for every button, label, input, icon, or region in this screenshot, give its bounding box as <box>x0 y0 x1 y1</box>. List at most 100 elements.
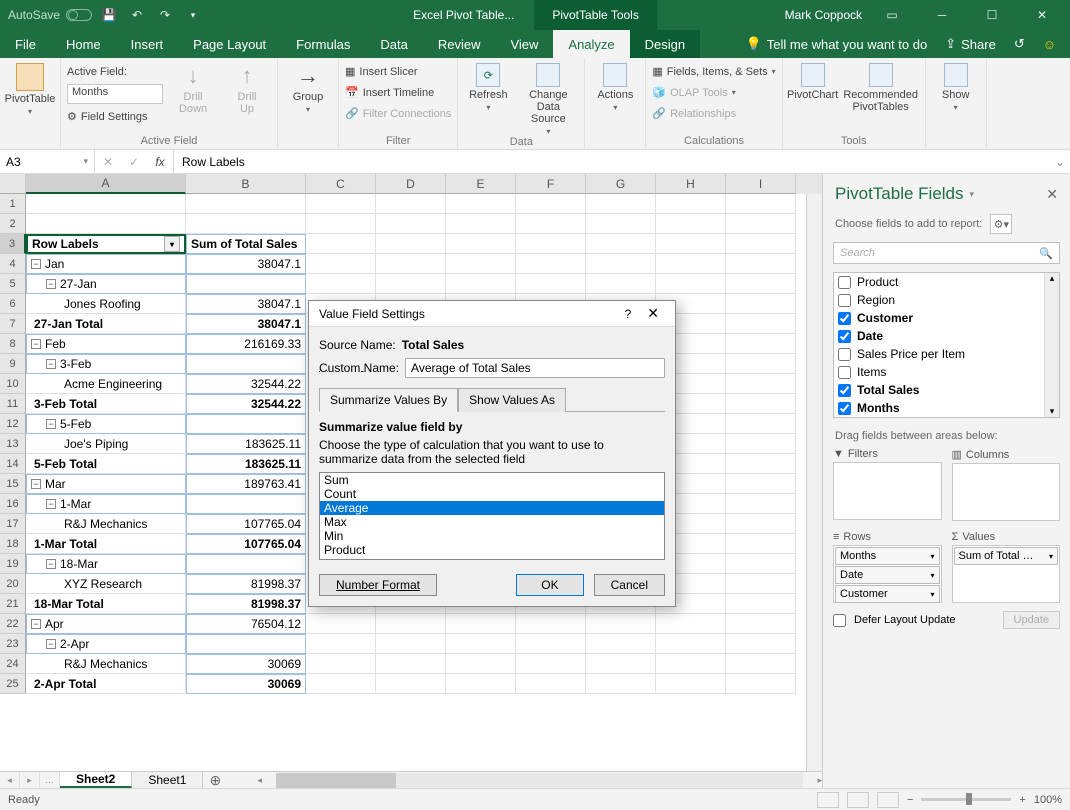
function-option-product[interactable]: Product <box>320 543 664 557</box>
row-header[interactable]: 5 <box>0 274 26 294</box>
field-checkbox[interactable] <box>838 312 851 325</box>
enter-formula-icon[interactable]: ✓ <box>121 155 147 169</box>
zoom-out-icon[interactable]: − <box>907 794 913 806</box>
field-item-customer[interactable]: Customer <box>834 309 1044 327</box>
column-header-H[interactable]: H <box>656 174 726 194</box>
custom-name-input[interactable]: Average of Total Sales <box>405 358 665 378</box>
cell[interactable] <box>656 254 726 274</box>
cell[interactable] <box>726 554 796 574</box>
rows-drop-area[interactable]: Months▾Date▾Customer▾ <box>833 545 942 603</box>
cell[interactable] <box>186 214 306 234</box>
row-header[interactable]: 15 <box>0 474 26 494</box>
page-break-view-icon[interactable] <box>877 792 899 808</box>
row-header[interactable]: 19 <box>0 554 26 574</box>
pivotchart-button[interactable]: PivotChart <box>789 61 837 125</box>
cell[interactable]: −1-Mar <box>26 494 186 514</box>
cell[interactable] <box>446 254 516 274</box>
collapse-icon[interactable]: − <box>31 259 41 269</box>
cell[interactable] <box>656 194 726 214</box>
cell[interactable] <box>516 614 586 634</box>
row-header[interactable]: 6 <box>0 294 26 314</box>
column-header-A[interactable]: A <box>26 174 186 194</box>
cell[interactable] <box>306 614 376 634</box>
change-data-source-button[interactable]: Change Data Source▾ <box>518 61 578 136</box>
cell[interactable] <box>446 614 516 634</box>
sheet-nav-prev-icon[interactable]: ◂ <box>0 772 20 788</box>
cell[interactable] <box>376 254 446 274</box>
zoom-in-icon[interactable]: + <box>1019 794 1025 806</box>
cell[interactable] <box>726 474 796 494</box>
tab-file[interactable]: File <box>0 30 51 58</box>
field-checkbox[interactable] <box>838 384 851 397</box>
cell[interactable]: 107765.04 <box>186 514 306 534</box>
summarize-values-by-tab[interactable]: Summarize Values By <box>319 388 458 412</box>
cell[interactable] <box>586 674 656 694</box>
cell[interactable]: 5-Feb Total <box>26 454 186 474</box>
cell[interactable]: 30069 <box>186 674 306 694</box>
tab-design[interactable]: Design <box>630 30 700 58</box>
cell[interactable]: Jones Roofing <box>26 294 186 314</box>
cell[interactable] <box>516 254 586 274</box>
column-header-E[interactable]: E <box>446 174 516 194</box>
sheet-nav-etc-icon[interactable]: … <box>40 772 60 788</box>
cell[interactable] <box>656 214 726 234</box>
cell[interactable] <box>446 274 516 294</box>
field-checkbox[interactable] <box>838 276 851 289</box>
field-settings-button[interactable]: ⚙Field Settings <box>67 106 163 127</box>
field-list-scrollbar[interactable]: ▴▾ <box>1044 273 1059 417</box>
cell[interactable] <box>726 334 796 354</box>
update-button[interactable]: Update <box>1003 611 1060 629</box>
cell[interactable] <box>656 614 726 634</box>
maximize-icon[interactable]: ☐ <box>972 4 1012 26</box>
row-header[interactable]: 3 <box>0 234 26 254</box>
cell[interactable] <box>376 654 446 674</box>
cell[interactable] <box>726 534 796 554</box>
row-header[interactable]: 14 <box>0 454 26 474</box>
cell[interactable]: 2-Apr Total <box>26 674 186 694</box>
row-header[interactable]: 18 <box>0 534 26 554</box>
row-header[interactable]: 22 <box>0 614 26 634</box>
field-checkbox[interactable] <box>838 402 851 415</box>
pivottable-button[interactable]: PivotTable ▾ <box>6 61 54 125</box>
cell[interactable] <box>446 234 516 254</box>
function-option-average[interactable]: Average <box>320 501 664 515</box>
cell[interactable] <box>446 194 516 214</box>
collapse-icon[interactable]: − <box>46 419 56 429</box>
field-item-product[interactable]: Product <box>834 273 1044 291</box>
tab-formulas[interactable]: Formulas <box>281 30 365 58</box>
field-checkbox[interactable] <box>838 330 851 343</box>
cell[interactable] <box>376 214 446 234</box>
cell[interactable] <box>726 674 796 694</box>
cell[interactable] <box>726 494 796 514</box>
cell[interactable] <box>726 214 796 234</box>
select-all-button[interactable] <box>0 174 26 194</box>
cell[interactable] <box>186 274 306 294</box>
column-header-D[interactable]: D <box>376 174 446 194</box>
cell[interactable] <box>516 634 586 654</box>
cell[interactable]: 38047.1 <box>186 254 306 274</box>
row-header[interactable]: 17 <box>0 514 26 534</box>
cell[interactable] <box>726 354 796 374</box>
minimize-icon[interactable]: ─ <box>922 4 962 26</box>
qat-customize-icon[interactable]: ▾ <box>182 4 204 26</box>
show-button[interactable]: Show▾ <box>932 61 980 125</box>
row-header[interactable]: 11 <box>0 394 26 414</box>
cell[interactable]: R&J Mechanics <box>26 514 186 534</box>
cell[interactable] <box>656 634 726 654</box>
cell[interactable]: −Feb <box>26 334 186 354</box>
area-chip[interactable]: Customer▾ <box>835 585 940 603</box>
row-header[interactable]: 24 <box>0 654 26 674</box>
autosave-toggle[interactable] <box>66 9 92 21</box>
cell[interactable]: 38047.1 <box>186 314 306 334</box>
cell[interactable] <box>186 554 306 574</box>
field-item-date[interactable]: Date <box>834 327 1044 345</box>
cell[interactable]: 32544.22 <box>186 394 306 414</box>
cell[interactable] <box>586 614 656 634</box>
cell[interactable]: −18-Mar <box>26 554 186 574</box>
cell[interactable] <box>446 654 516 674</box>
vertical-scrollbar[interactable] <box>806 194 822 771</box>
function-option-max[interactable]: Max <box>320 515 664 529</box>
cell[interactable] <box>516 194 586 214</box>
cell[interactable] <box>726 314 796 334</box>
cell[interactable] <box>26 214 186 234</box>
